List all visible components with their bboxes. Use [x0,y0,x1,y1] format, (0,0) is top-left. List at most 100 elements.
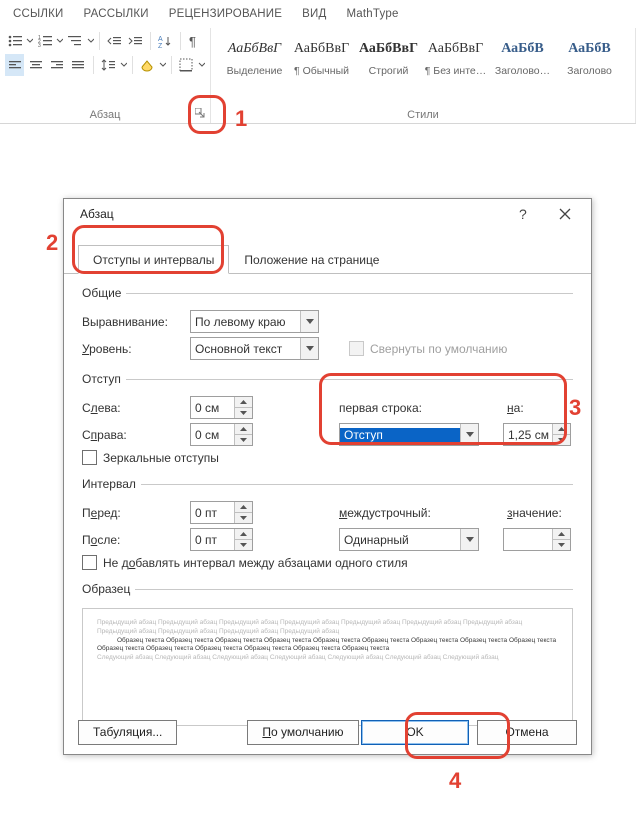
svg-text:1: 1 [38,35,41,41]
label-line-spacing: междустрочный: [339,506,479,520]
space-before-spin[interactable]: 0 пт [190,501,253,524]
align-left-button[interactable] [5,54,24,76]
section-general: Общие Выравнивание: По левому краю Урове… [82,286,573,364]
chevron-down-icon[interactable] [300,338,318,359]
label-indent-left: Слева: [82,401,182,415]
style-item[interactable]: АаБбВвГСтрогий [355,30,422,80]
section-preview: Образец Предыдущий абзац Предыдущий абза… [82,582,573,726]
line-spacing-combo[interactable]: Одинарный [339,528,479,551]
style-sample: АаБбВвГ [289,33,354,65]
down-icon[interactable] [235,435,252,445]
style-name: Заголово [557,65,622,77]
tab-indents-spacing[interactable]: Отступы и интервалы [78,245,229,274]
ribbon-tabs: ССЫЛКИ РАССЫЛКИ РЕЦЕНЗИРОВАНИЕ ВИД MathT… [0,0,636,28]
dialog-tabs: Отступы и интервалы Положение на страниц… [64,229,591,274]
set-default-button[interactable]: По умолчанию [247,720,358,745]
style-name: Строгий [356,65,421,77]
justify-button[interactable] [69,54,88,76]
space-after-spin[interactable]: 0 пт [190,528,253,551]
group-styles: АаБбВвГВыделениеАаБбВвГ¶ ОбычныйАаБбВвГС… [211,28,636,123]
close-button[interactable] [545,200,585,228]
style-item[interactable]: АаБбВвГВыделение [221,30,288,80]
legend-indent: Отступ [82,372,126,386]
style-sample: АаБбВ [490,33,555,65]
indent-decrease-button[interactable] [104,30,123,52]
tab-mathtype[interactable]: MathType [336,2,408,26]
chevron-down-icon[interactable] [120,57,127,73]
tab-review[interactable]: РЕЦЕНЗИРОВАНИЕ [159,2,292,26]
dialog-title: Абзац [80,207,114,221]
preview-box: Предыдущий абзац Предыдущий абзац Предыд… [82,608,573,726]
chevron-down-icon[interactable] [460,529,478,550]
shading-button[interactable] [138,54,157,76]
align-center-button[interactable] [26,54,45,76]
indent-increase-button[interactable] [126,30,145,52]
section-spacing: Интервал Перед: 0 пт междустрочный: знач… [82,477,573,574]
paragraph-dialog-launcher[interactable] [192,105,208,121]
group-label-styles: Стили [211,107,635,123]
up-icon[interactable] [235,424,252,435]
ribbon-groups: 123 AZ ¶ [0,28,636,124]
chevron-down-icon[interactable] [159,57,166,73]
collapsed-checkbox: Свернуты по умолчанию [349,341,507,356]
alignment-combo[interactable]: По левому краю [190,310,319,333]
svg-text:?: ? [519,207,527,221]
svg-text:Z: Z [158,43,163,49]
section-indent: Отступ Слева: 0 см первая строка: на: Сп… [82,372,573,469]
ok-button[interactable]: OK [361,720,469,745]
style-item[interactable]: АаБбВвГ¶ Без инте… [422,30,489,80]
tab-view[interactable]: ВИД [292,2,336,26]
multilevel-button[interactable] [65,30,84,52]
up-icon[interactable] [553,529,570,540]
first-line-combo[interactable]: Отступ [339,423,479,446]
help-button[interactable]: ? [505,200,545,228]
down-icon[interactable] [235,513,252,523]
label-outline-level: Уровень: [82,342,182,356]
style-name: ¶ Обычный [289,65,354,77]
label-indent-by: на: [507,401,524,415]
chevron-down-icon[interactable] [56,33,63,49]
up-icon[interactable] [235,529,252,540]
numbering-button[interactable]: 123 [35,30,54,52]
indent-left-spin[interactable]: 0 см [190,396,253,419]
legend-general: Общие [82,286,126,300]
annotation-number-4: 4 [449,768,461,794]
style-item[interactable]: АаБбВвГ¶ Обычный [288,30,355,80]
tab-references[interactable]: ССЫЛКИ [3,2,74,26]
up-icon[interactable] [553,424,570,435]
align-right-button[interactable] [47,54,66,76]
down-icon[interactable] [235,408,252,418]
up-icon[interactable] [235,502,252,513]
style-item[interactable]: АаБбВЗаголово [556,30,623,80]
down-icon[interactable] [553,435,570,445]
line-spacing-button[interactable] [99,54,118,76]
down-icon[interactable] [235,540,252,550]
outline-level-combo[interactable]: Основной текст [190,337,319,360]
tab-mailings[interactable]: РАССЫЛКИ [74,2,159,26]
borders-button[interactable] [177,54,196,76]
indent-by-spin[interactable]: 1,25 см [503,423,571,446]
style-item[interactable]: АаБбВЗаголово… [489,30,556,80]
svg-text:A: A [158,36,163,43]
chevron-down-icon[interactable] [26,33,33,49]
style-name: Выделение [222,65,287,77]
sort-button[interactable]: AZ [156,30,175,52]
mirror-indents-checkbox[interactable]: Зеркальные отступы [82,450,219,465]
chevron-down-icon[interactable] [198,57,205,73]
chevron-down-icon[interactable] [87,33,94,49]
bullets-button[interactable] [5,30,24,52]
tab-page-position[interactable]: Положение на странице [229,245,394,274]
tabstops-button[interactable]: Табуляция... [78,720,177,745]
no-same-style-spacing-checkbox[interactable]: Не добавлять интервал между абзацами одн… [82,555,408,570]
line-spacing-at-spin[interactable] [503,528,571,551]
chevron-down-icon[interactable] [300,311,318,332]
down-icon[interactable] [553,540,570,550]
cancel-button[interactable]: Отмена [477,720,577,745]
chevron-down-icon[interactable] [460,424,478,445]
label-at: значение: [507,506,562,520]
show-marks-button[interactable]: ¶ [186,30,205,52]
up-icon[interactable] [235,397,252,408]
label-space-before: Перед: [82,506,182,520]
indent-right-spin[interactable]: 0 см [190,423,253,446]
dialog-buttons: Табуляция... По умолчанию OK Отмена [64,710,591,754]
